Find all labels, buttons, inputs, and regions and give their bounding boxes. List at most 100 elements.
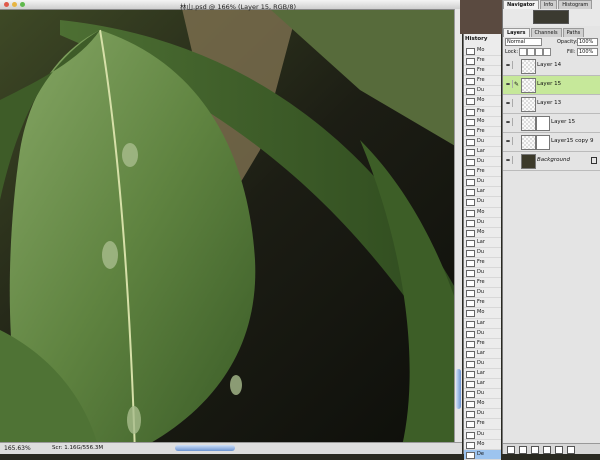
lock-all-icon[interactable] bbox=[543, 48, 551, 56]
vertical-scrollbar[interactable] bbox=[454, 9, 462, 443]
layer-name[interactable]: Background bbox=[537, 157, 570, 163]
opacity-input[interactable]: 100% bbox=[577, 38, 598, 46]
layer-row[interactable]: Layer15 copy 9 bbox=[503, 133, 600, 152]
document-title-bar[interactable]: 林山.psd @ 166% (Layer 15, RGB/8) bbox=[0, 0, 462, 11]
layer-mask-thumbnail[interactable] bbox=[536, 116, 550, 131]
history-item[interactable]: Fre bbox=[464, 167, 501, 178]
layer-thumbnail[interactable] bbox=[521, 154, 536, 169]
lock-paint-icon[interactable] bbox=[527, 48, 535, 56]
history-item[interactable]: Du bbox=[464, 288, 501, 299]
layer-thumbnail[interactable] bbox=[521, 135, 536, 150]
eye-icon[interactable] bbox=[505, 118, 513, 126]
tab-layers[interactable]: Layers bbox=[503, 28, 530, 37]
close-icon[interactable] bbox=[4, 2, 9, 7]
history-item[interactable]: Lar bbox=[464, 349, 501, 359]
blend-mode-select[interactable]: Normal bbox=[505, 38, 542, 46]
layer-thumbnail[interactable] bbox=[521, 78, 536, 93]
history-item[interactable]: Mo bbox=[464, 308, 501, 319]
minimize-icon[interactable] bbox=[12, 2, 17, 7]
history-item[interactable]: Fre bbox=[464, 258, 501, 269]
history-item[interactable]: Lar bbox=[464, 369, 501, 380]
history-item[interactable]: Du bbox=[464, 197, 501, 208]
history-item[interactable]: Du bbox=[464, 389, 501, 400]
canvas-artwork[interactable] bbox=[0, 0, 462, 454]
lock-transparency-icon[interactable] bbox=[519, 48, 527, 56]
layer-row[interactable]: Layer 15 bbox=[503, 114, 600, 133]
history-item[interactable]: Fre bbox=[464, 419, 501, 430]
layer-row[interactable]: Layer 13 bbox=[503, 95, 600, 114]
history-item[interactable]: Mo bbox=[464, 440, 501, 450]
layer-style-icon[interactable] bbox=[507, 446, 515, 454]
new-set-icon[interactable] bbox=[531, 446, 539, 454]
history-item[interactable]: Fre bbox=[464, 107, 501, 117]
fill-input[interactable]: 100% bbox=[577, 48, 598, 56]
layer-name[interactable]: Layer 15 bbox=[537, 81, 561, 87]
history-item[interactable]: Du bbox=[464, 359, 501, 369]
history-item[interactable]: Fre bbox=[464, 76, 501, 87]
horizontal-scroll-thumb[interactable] bbox=[175, 445, 235, 451]
layer-thumbnail[interactable] bbox=[521, 59, 536, 74]
eye-icon[interactable] bbox=[505, 137, 513, 145]
layer-name[interactable]: Layer 14 bbox=[537, 62, 561, 68]
history-item[interactable]: Mo bbox=[464, 228, 501, 238]
history-item[interactable]: Fre bbox=[464, 127, 501, 137]
history-item[interactable]: Mo bbox=[464, 96, 501, 107]
history-item[interactable]: Fre bbox=[464, 298, 501, 309]
history-item[interactable]: Fre bbox=[464, 339, 501, 349]
add-mask-icon[interactable] bbox=[519, 446, 527, 454]
history-list: Mo Fre Fre Fre Du Mo Fre Mo Fre Du Lar Du Fre Du Lar Du… bbox=[464, 46, 501, 460]
layer-row[interactable]: ✎ Layer 15 bbox=[503, 76, 600, 95]
history-item[interactable]: Du bbox=[464, 86, 501, 97]
layer-row[interactable]: Background bbox=[503, 152, 600, 171]
history-item[interactable]: Du bbox=[464, 409, 501, 420]
layer-name[interactable]: Layer15 copy 9 bbox=[551, 138, 593, 144]
eye-icon[interactable] bbox=[505, 156, 513, 164]
zoom-level[interactable]: 165.63% bbox=[4, 445, 31, 452]
history-item[interactable]: Fre bbox=[464, 278, 501, 289]
eye-icon[interactable] bbox=[505, 61, 513, 69]
history-item[interactable]: Lar bbox=[464, 147, 501, 158]
vertical-scroll-thumb[interactable] bbox=[456, 369, 461, 409]
trash-icon[interactable] bbox=[567, 446, 575, 454]
tab-channels[interactable]: Channels bbox=[530, 28, 562, 37]
layer-mask-thumbnail[interactable] bbox=[536, 135, 550, 150]
layer-thumbnail[interactable] bbox=[521, 116, 536, 131]
layer-name[interactable]: Layer 13 bbox=[537, 100, 561, 106]
history-item[interactable]: Lar bbox=[464, 319, 501, 329]
history-item[interactable]: Lar bbox=[464, 238, 501, 248]
history-item[interactable]: Du bbox=[464, 177, 501, 188]
layer-name[interactable]: Layer 15 bbox=[551, 119, 575, 125]
history-item[interactable]: Du bbox=[464, 218, 501, 228]
history-item[interactable]: Mo bbox=[464, 208, 501, 218]
tab-navigator[interactable]: Navigator bbox=[503, 0, 539, 9]
tab-info[interactable]: Info bbox=[539, 0, 558, 9]
history-item[interactable]: Fre bbox=[464, 56, 501, 67]
history-tab[interactable]: History bbox=[465, 36, 487, 42]
history-item[interactable]: Mo bbox=[464, 46, 501, 57]
lock-move-icon[interactable] bbox=[535, 48, 543, 56]
history-item[interactable]: Lar bbox=[464, 187, 501, 198]
history-item[interactable]: Mo bbox=[464, 399, 501, 410]
zoom-window-icon[interactable] bbox=[20, 2, 25, 7]
eye-icon[interactable] bbox=[505, 80, 513, 88]
tab-histogram[interactable]: Histogram bbox=[558, 0, 593, 9]
history-item[interactable]: De bbox=[464, 449, 501, 460]
history-item[interactable]: Du bbox=[464, 430, 501, 440]
layer-row[interactable]: Layer 14 bbox=[503, 57, 600, 76]
history-item[interactable]: Mo bbox=[464, 117, 501, 127]
history-item[interactable]: Du bbox=[464, 248, 501, 258]
history-item[interactable]: Du bbox=[464, 329, 501, 339]
history-item[interactable]: Fre bbox=[464, 66, 501, 77]
document-size[interactable]: Scr: 1.16G/556.3M bbox=[52, 445, 103, 451]
history-item[interactable]: Du bbox=[464, 268, 501, 279]
eye-icon[interactable] bbox=[505, 99, 513, 107]
navigator-preview[interactable] bbox=[533, 10, 569, 24]
history-item[interactable]: Du bbox=[464, 157, 501, 168]
adjustment-layer-icon[interactable] bbox=[543, 446, 551, 454]
layer-thumbnail[interactable] bbox=[521, 97, 536, 112]
history-item[interactable]: Du bbox=[464, 137, 501, 147]
history-step-icon bbox=[466, 270, 475, 278]
new-layer-icon[interactable] bbox=[555, 446, 563, 454]
history-item[interactable]: Lar bbox=[464, 379, 501, 390]
tab-paths[interactable]: Paths bbox=[562, 28, 585, 37]
